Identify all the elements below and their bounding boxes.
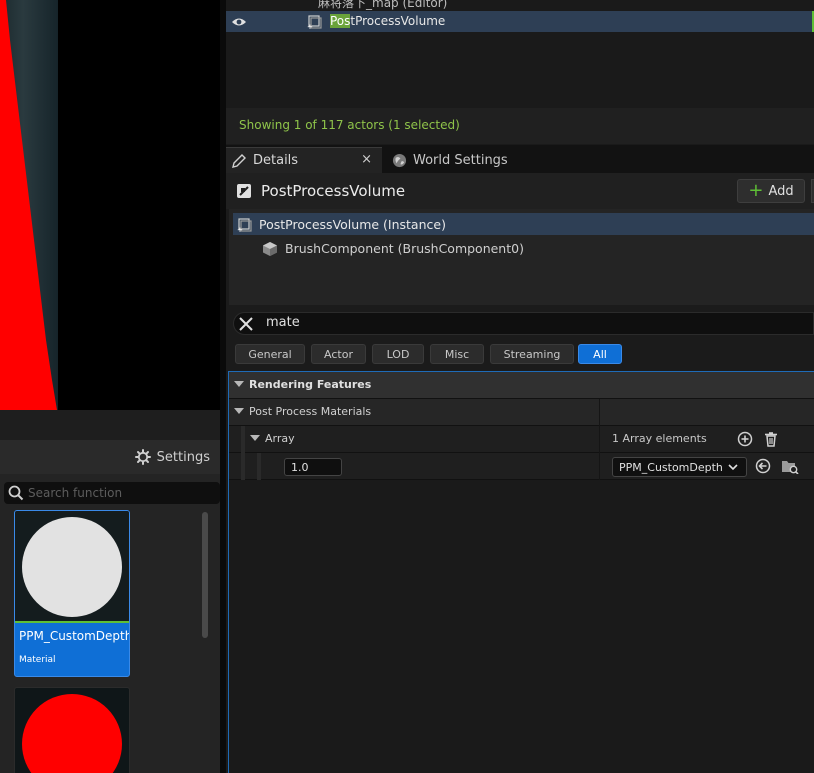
palette-item-red-material[interactable] bbox=[14, 687, 130, 773]
palette-item-ppm-customdepth[interactable]: PPM_CustomDepth Material bbox=[14, 510, 130, 677]
column-divider[interactable] bbox=[599, 453, 600, 480]
details-title: PostProcessVolume bbox=[261, 182, 406, 200]
filter-streaming[interactable]: Streaming bbox=[490, 344, 574, 364]
component-row-brushcomponent[interactable]: BrushComponent (BrushComponent0) bbox=[259, 238, 810, 260]
outliner-row-postprocessvolume[interactable]: + PostProcessVolume bbox=[226, 11, 814, 32]
search-icon bbox=[8, 485, 24, 501]
volume-icon: + bbox=[307, 15, 322, 30]
category-label: Rendering Features bbox=[249, 378, 372, 391]
eye-icon[interactable] bbox=[231, 15, 247, 29]
chevron-down-icon[interactable] bbox=[234, 381, 244, 387]
tab-world-settings-label: World Settings bbox=[413, 152, 508, 168]
search-function-input[interactable]: Search function bbox=[4, 482, 220, 504]
actor-icon bbox=[237, 184, 251, 198]
tab-details-label: Details bbox=[253, 153, 299, 168]
gear-icon bbox=[134, 449, 151, 465]
material-thumbnail bbox=[15, 511, 129, 623]
column-divider[interactable] bbox=[599, 399, 600, 426]
chevron-down-icon[interactable] bbox=[234, 408, 244, 414]
settings-button[interactable]: Settings bbox=[134, 448, 210, 466]
outliner-row-map[interactable]: 麻将落下_map (Editor) bbox=[226, 0, 814, 11]
palette-scrollbar[interactable] bbox=[202, 512, 208, 638]
browse-folder-icon[interactable] bbox=[781, 458, 799, 474]
array-element-0[interactable]: 1.0 PPM_CustomDepth bbox=[229, 453, 814, 480]
material-palette: Settings Search function PPM_CustomDepth… bbox=[0, 440, 220, 773]
panel-tab-bar: Details × World Settings bbox=[226, 145, 814, 173]
material-preview-sphere bbox=[22, 517, 122, 617]
filter-general[interactable]: General bbox=[235, 344, 305, 364]
settings-label: Settings bbox=[156, 449, 210, 465]
plus-icon: + bbox=[748, 180, 764, 201]
close-icon[interactable]: × bbox=[361, 152, 372, 167]
use-selected-icon[interactable] bbox=[755, 458, 771, 474]
category-rendering-features[interactable]: Rendering Features bbox=[229, 372, 814, 399]
cube-icon bbox=[263, 242, 277, 256]
palette-item-type: Material bbox=[19, 655, 56, 665]
tab-world-settings[interactable]: World Settings bbox=[392, 147, 542, 173]
chevron-down-icon[interactable] bbox=[250, 435, 260, 441]
trash-icon[interactable] bbox=[763, 431, 779, 447]
svg-text:+: + bbox=[237, 226, 243, 233]
actor-name: PostProcessVolume bbox=[330, 14, 445, 28]
pencil-icon bbox=[232, 153, 246, 168]
left-toolbar-strip bbox=[0, 410, 220, 440]
property-list: Rendering Features Post Process Material… bbox=[228, 371, 814, 773]
component-tree: + PostProcessVolume (Instance) BrushComp… bbox=[229, 209, 814, 305]
palette-item-name: PPM_CustomDepth bbox=[19, 629, 130, 643]
array-label: Array bbox=[265, 432, 295, 445]
property-label: Post Process Materials bbox=[249, 405, 372, 418]
search-highlight: Pos bbox=[330, 14, 351, 28]
details-search-value: mate bbox=[266, 315, 300, 330]
property-array[interactable]: Array 1 Array elements bbox=[229, 426, 814, 453]
filter-misc[interactable]: Misc bbox=[430, 344, 484, 364]
chevron-down-icon bbox=[728, 464, 738, 471]
svg-text:+: + bbox=[307, 23, 313, 30]
volume-icon: + bbox=[237, 218, 252, 233]
map-label: 麻将落下_map (Editor) bbox=[318, 0, 448, 10]
material-select[interactable]: PPM_CustomDepth bbox=[612, 457, 747, 477]
globe-icon bbox=[392, 153, 407, 167]
tab-details[interactable]: Details × bbox=[226, 147, 382, 173]
indent-gutter bbox=[241, 426, 245, 453]
component-label: BrushComponent (BrushComponent0) bbox=[285, 241, 524, 256]
actor-name-rest: tProcessVolume bbox=[350, 14, 446, 28]
column-divider[interactable] bbox=[599, 426, 600, 453]
weight-input[interactable]: 1.0 bbox=[284, 458, 342, 476]
component-label: PostProcessVolume (Instance) bbox=[259, 217, 446, 232]
details-header: PostProcessVolume + Add bbox=[226, 173, 814, 209]
viewport[interactable] bbox=[0, 0, 220, 410]
filter-lod[interactable]: LOD bbox=[372, 344, 424, 364]
add-component-button[interactable]: + Add bbox=[737, 179, 805, 203]
close-icon[interactable] bbox=[238, 316, 254, 332]
details-panel: PostProcessVolume + Add + PostProcessVol… bbox=[226, 173, 814, 773]
viewport-red-mesh bbox=[0, 0, 57, 410]
material-select-value: PPM_CustomDepth bbox=[619, 461, 723, 474]
search-function-placeholder: Search function bbox=[28, 486, 123, 500]
component-row-postprocessvolume[interactable]: + PostProcessVolume (Instance) bbox=[233, 213, 814, 235]
indent-gutter bbox=[241, 453, 245, 480]
world-outliner: 麻将落下_map (Editor) + PostProcessVolume Sh… bbox=[226, 0, 814, 145]
filter-actor[interactable]: Actor bbox=[311, 344, 366, 364]
filter-all[interactable]: All bbox=[578, 344, 622, 364]
outliner-status: Showing 1 of 117 actors (1 selected) bbox=[226, 108, 814, 144]
array-count: 1 Array elements bbox=[612, 432, 707, 445]
indent-gutter bbox=[257, 453, 261, 480]
property-post-process-materials[interactable]: Post Process Materials bbox=[229, 399, 814, 426]
details-search-input[interactable]: mate bbox=[233, 312, 814, 335]
add-element-icon[interactable] bbox=[737, 431, 753, 447]
add-label: Add bbox=[768, 183, 794, 199]
palette-header: Settings bbox=[0, 440, 220, 474]
material-preview-sphere bbox=[22, 694, 122, 773]
